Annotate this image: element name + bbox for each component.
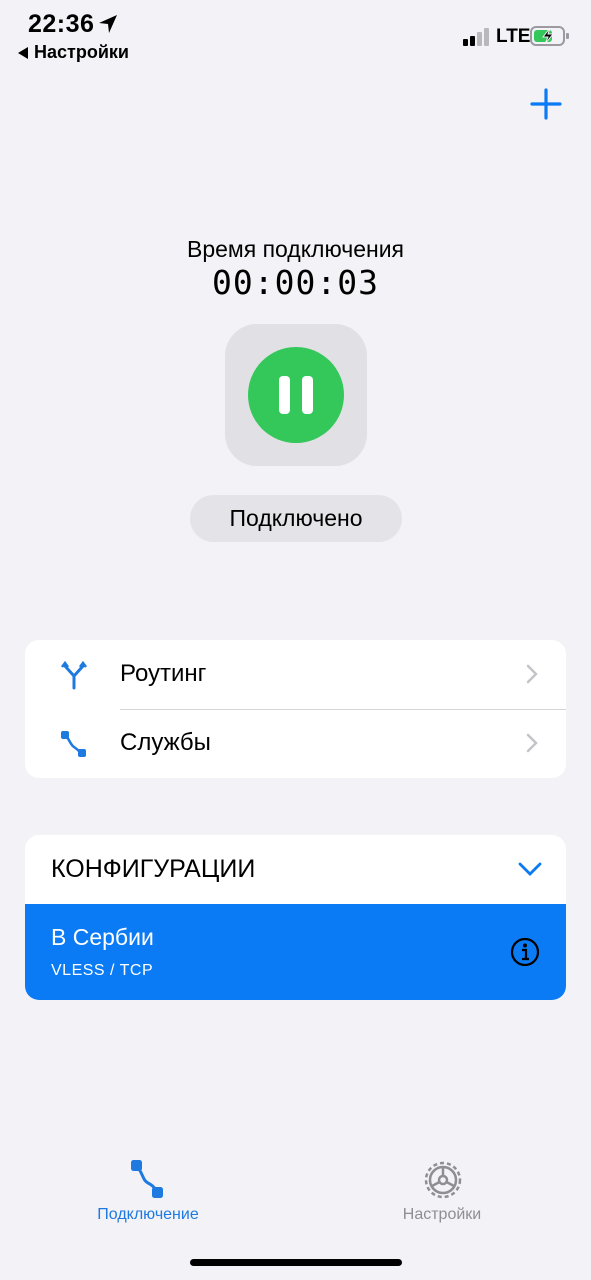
connection-timer: 00:00:03 <box>212 263 379 302</box>
tab-label: Подключение <box>97 1206 199 1223</box>
menu-item-label: Службы <box>120 729 211 756</box>
configurations-title: КОНФИГУРАЦИИ <box>51 855 256 883</box>
network-type: LTE <box>496 26 531 47</box>
chevron-right-icon <box>526 733 538 753</box>
info-icon[interactable] <box>510 937 540 967</box>
pause-connection-button[interactable] <box>248 347 344 443</box>
back-label: Настройки <box>34 42 129 62</box>
pause-icon-bar-left <box>279 376 290 414</box>
connection-time-label: Время подключения <box>186 236 404 262</box>
menu-divider <box>120 709 566 710</box>
back-to-settings-link[interactable]: Настройки <box>18 42 129 63</box>
back-triangle-icon <box>18 46 28 59</box>
menu-item-services[interactable]: Службы <box>25 709 566 778</box>
connection-status-badge: Подключено <box>190 495 402 542</box>
add-config-button[interactable] <box>530 88 562 120</box>
configurations-card: КОНФИГУРАЦИИ В Сербии VLESS / TCP <box>25 835 566 1000</box>
connection-icon <box>131 1160 163 1198</box>
config-name: В Сербии <box>51 924 154 950</box>
config-protocol: VLESS / TCP <box>51 962 154 979</box>
menu-item-routing[interactable]: Роутинг <box>25 640 566 709</box>
battery-charging-icon <box>530 26 569 46</box>
home-indicator[interactable] <box>190 1259 402 1266</box>
tab-label: Настройки <box>402 1206 482 1223</box>
routing-icon <box>61 660 87 690</box>
config-item-selected[interactable]: В Сербии VLESS / TCP <box>25 904 566 1000</box>
location-arrow-icon <box>99 15 117 33</box>
chevron-right-icon <box>526 664 538 684</box>
signal-strength-icon <box>463 28 489 46</box>
chevron-down-icon[interactable] <box>517 860 543 878</box>
pause-icon-bar-right <box>302 376 313 414</box>
services-icon <box>61 731 86 757</box>
gear-icon <box>424 1161 462 1199</box>
menu-item-label: Роутинг <box>120 660 207 687</box>
status-time: 22:36 <box>28 10 95 38</box>
